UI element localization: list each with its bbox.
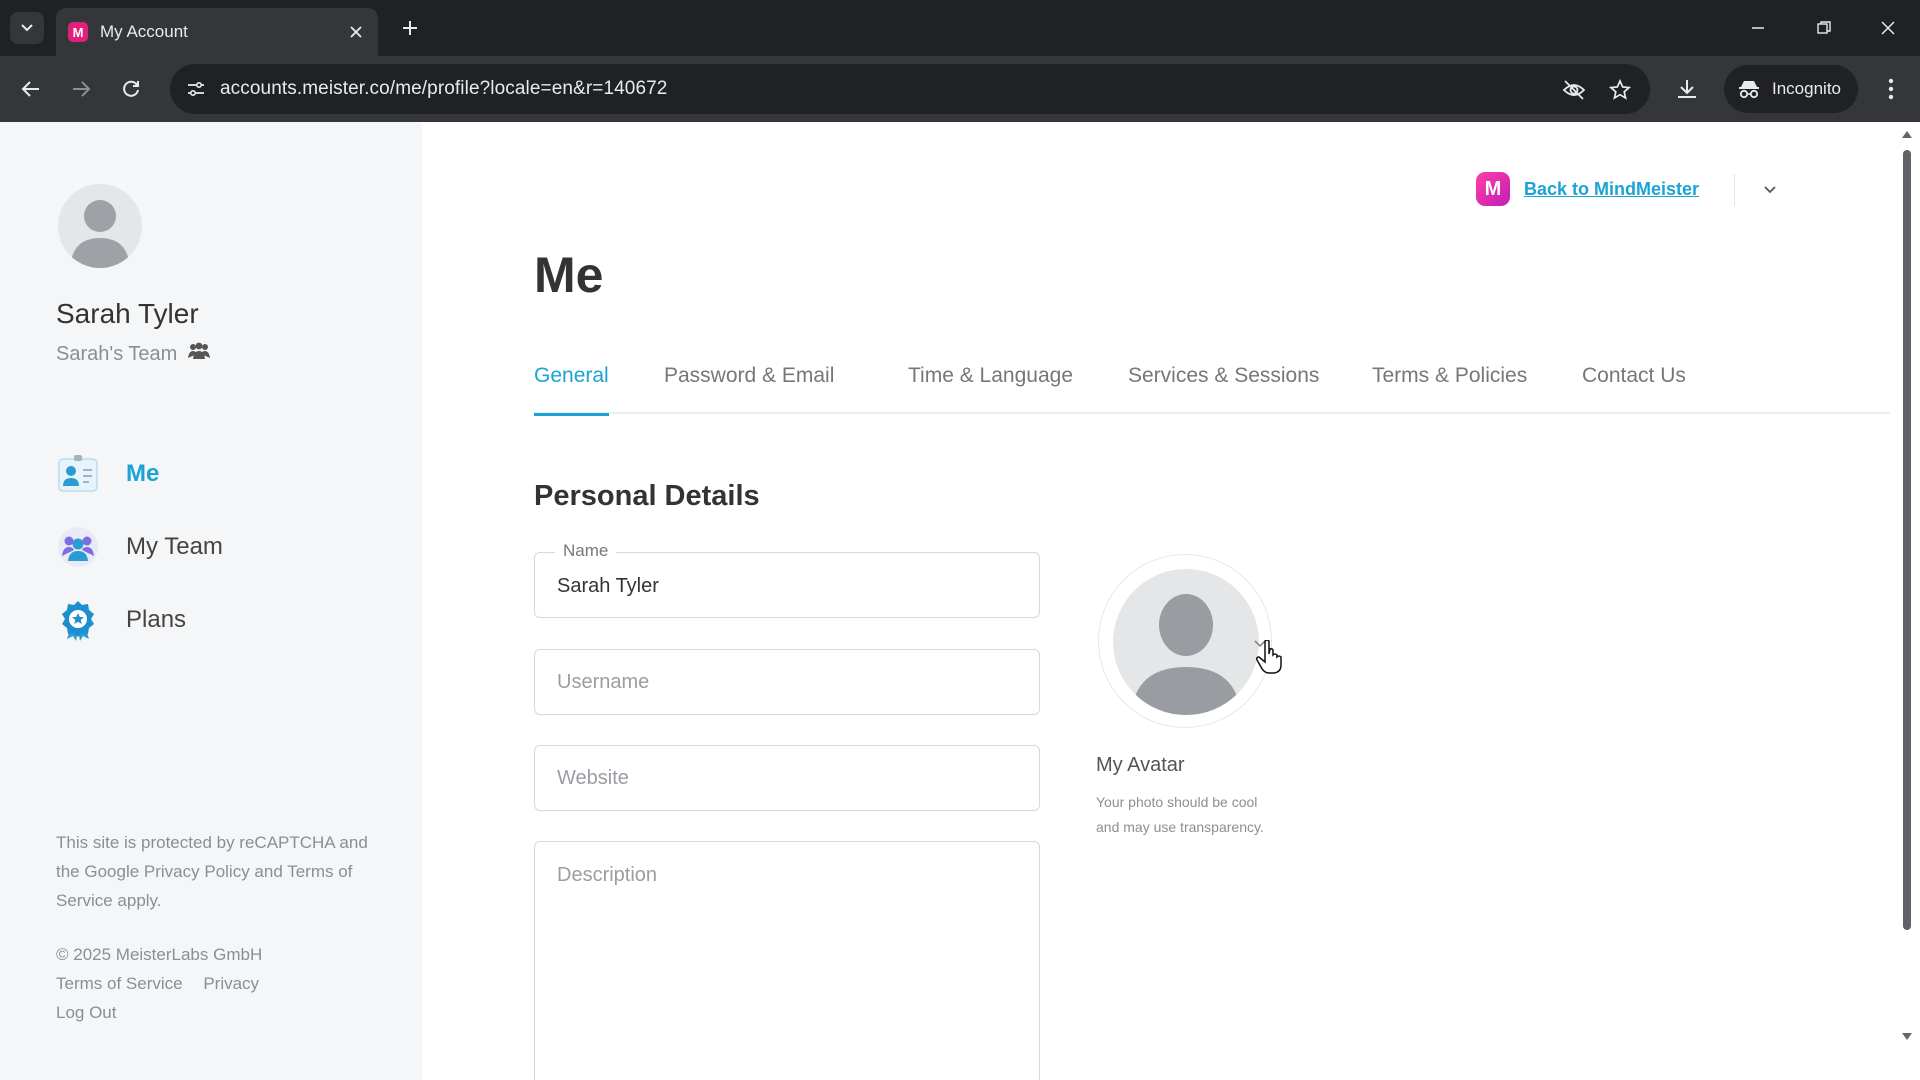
- sidebar: Sarah Tyler Sarah's Team Me My Team Plan…: [0, 122, 422, 1080]
- downloads-button[interactable]: [1670, 72, 1704, 106]
- close-icon: [1881, 21, 1895, 35]
- name-field[interactable]: Name Sarah Tyler: [534, 541, 1040, 618]
- back-button[interactable]: [14, 72, 48, 106]
- username-field[interactable]: [534, 649, 1040, 715]
- sidebar-item-label: My Team: [126, 533, 223, 560]
- incognito-indicator[interactable]: Incognito: [1724, 65, 1858, 113]
- team-line: Sarah's Team: [56, 342, 211, 366]
- minimize-button[interactable]: [1740, 10, 1776, 46]
- address-bar[interactable]: accounts.meister.co/me/profile?locale=en…: [170, 64, 1650, 114]
- reload-icon: [123, 80, 139, 97]
- sidebar-item-label: Plans: [126, 606, 187, 633]
- user-avatar[interactable]: [58, 184, 142, 268]
- tab-general[interactable]: General: [534, 364, 609, 416]
- scroll-up-arrow-icon[interactable]: [1900, 128, 1914, 140]
- team-name: Sarah's Team: [56, 342, 178, 365]
- url-text: accounts.meister.co/me/profile?locale=en…: [220, 78, 668, 99]
- log-out-link[interactable]: Log Out: [56, 998, 275, 1027]
- tab-close-icon[interactable]: [346, 22, 366, 42]
- incognito-label: Incognito: [1772, 79, 1841, 98]
- sidebar-item-label: Me: [126, 460, 160, 487]
- minimize-icon: [1752, 27, 1764, 29]
- chevron-down-icon: [1764, 186, 1776, 194]
- incognito-icon: [1739, 81, 1759, 99]
- tab-password-email[interactable]: Password & Email: [664, 364, 834, 414]
- tab-title: My Account: [100, 22, 188, 41]
- settings-tabs: General Password & Email Time & Language…: [534, 364, 1890, 416]
- description-field[interactable]: [534, 841, 1040, 1080]
- tab-services-sessions[interactable]: Services & Sessions: [1128, 364, 1319, 414]
- website-input[interactable]: [557, 746, 1025, 810]
- arrow-left-icon: [21, 81, 39, 97]
- privacy-link[interactable]: Privacy: [203, 974, 259, 993]
- close-window-button[interactable]: [1870, 10, 1906, 46]
- tab-time-language[interactable]: Time & Language: [908, 364, 1073, 414]
- tab-contact-us[interactable]: Contact Us: [1582, 364, 1686, 414]
- name-field-value: Sarah Tyler: [557, 575, 659, 597]
- browser-toolbar: accounts.meister.co/me/profile?locale=en…: [0, 56, 1920, 122]
- back-to-mindmeister-link[interactable]: M Back to MindMeister: [1476, 172, 1699, 206]
- copyright-text: © 2025 MeisterLabs GmbH: [56, 945, 263, 964]
- name-field-label: Name: [555, 541, 617, 561]
- bookmark-star-icon[interactable]: [1606, 76, 1634, 104]
- download-icon: [1678, 80, 1696, 98]
- sidebar-item-plans[interactable]: Plans: [56, 598, 223, 642]
- person-silhouette-icon: [70, 200, 130, 268]
- group-icon: [187, 342, 211, 366]
- username-input[interactable]: [557, 650, 1025, 714]
- terms-of-service-link[interactable]: Terms of Service: [56, 974, 183, 993]
- back-link-label: Back to MindMeister: [1524, 178, 1700, 199]
- arrow-right-icon: [73, 81, 91, 97]
- chevron-down-icon: [21, 24, 33, 32]
- sidebar-item-me[interactable]: Me: [56, 452, 223, 496]
- avatar-image: [1113, 569, 1259, 715]
- plus-icon: [403, 21, 417, 35]
- kebab-menu-icon: [1888, 78, 1894, 100]
- restore-button[interactable]: [1806, 10, 1842, 46]
- scroll-down-arrow-icon[interactable]: [1900, 1030, 1914, 1042]
- description-input[interactable]: [557, 864, 1025, 1064]
- recaptcha-notice: This site is protected by reCAPTCHA and …: [56, 833, 368, 910]
- sidebar-item-my-team[interactable]: My Team: [56, 525, 223, 569]
- sidebar-footer: © 2025 MeisterLabs GmbH Terms of Service…: [56, 940, 275, 1027]
- badge-icon: [56, 598, 100, 642]
- avatar-upload[interactable]: [1098, 554, 1272, 728]
- account-dropdown-button[interactable]: [1760, 180, 1780, 200]
- avatar-title: My Avatar: [1096, 754, 1185, 776]
- site-info-icon[interactable]: [180, 73, 212, 105]
- sidebar-nav: Me My Team Plans: [56, 452, 223, 671]
- footer-links: Terms of Service Privacy: [56, 969, 275, 998]
- browser-tab-active[interactable]: M My Account: [56, 8, 378, 56]
- page-content: Sarah Tyler Sarah's Team Me My Team Plan…: [0, 122, 1920, 1080]
- main-content: M Back to MindMeister Me General Passwor…: [422, 122, 1890, 1080]
- website-field[interactable]: [534, 745, 1040, 811]
- avatar-hint: Your photo should be cool and may use tr…: [1096, 794, 1264, 835]
- eye-off-icon[interactable]: [1560, 76, 1588, 104]
- page-title: Me: [534, 247, 604, 303]
- new-tab-button[interactable]: [396, 14, 424, 42]
- section-title: Personal Details: [534, 480, 760, 512]
- profile-card-icon: [56, 452, 100, 496]
- tab-search-button[interactable]: [10, 12, 44, 44]
- restore-icon: [1817, 21, 1831, 34]
- mindmeister-logo-icon: M: [1476, 172, 1510, 206]
- browser-menu-button[interactable]: [1876, 72, 1906, 106]
- person-silhouette-icon: [1131, 594, 1241, 715]
- hand-cursor-icon: [1256, 639, 1284, 674]
- user-name: Sarah Tyler: [56, 298, 199, 329]
- scrollbar-thumb[interactable]: [1903, 150, 1911, 930]
- page-scrollbar[interactable]: [1890, 122, 1920, 1080]
- team-icon: [56, 525, 100, 569]
- browser-tabstrip: M My Account: [0, 0, 1920, 56]
- forward-button[interactable]: [64, 72, 98, 106]
- meister-favicon-icon: M: [68, 22, 88, 42]
- header-divider: [1734, 174, 1735, 206]
- reload-button[interactable]: [114, 72, 148, 106]
- tab-terms-policies[interactable]: Terms & Policies: [1372, 364, 1527, 414]
